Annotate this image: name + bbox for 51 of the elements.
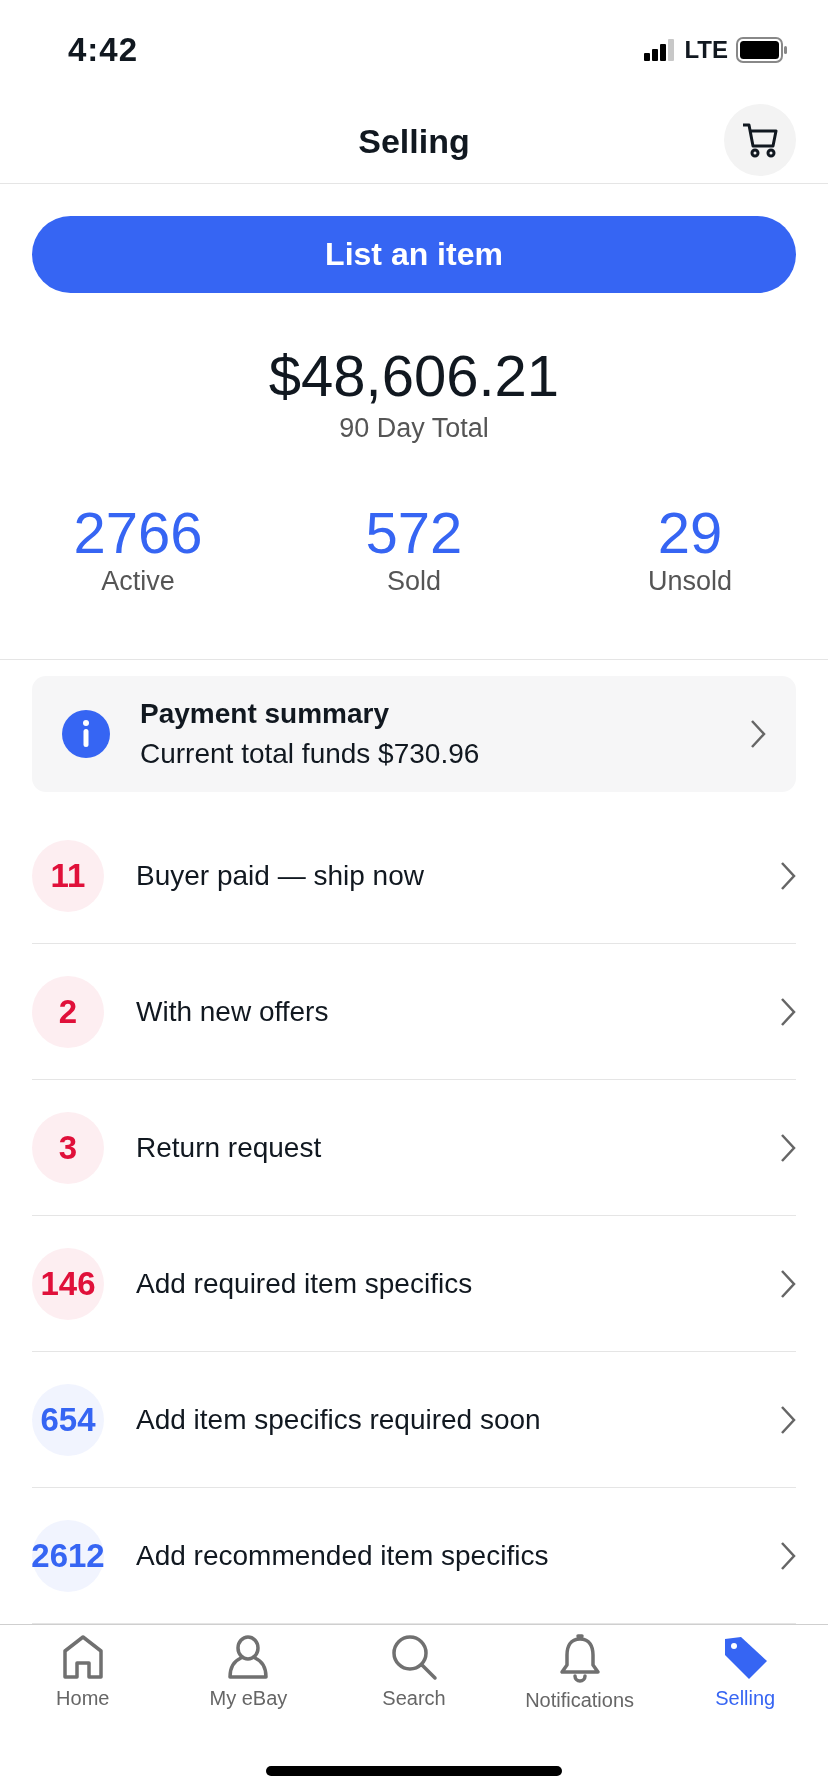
stat-count[interactable]: 29 xyxy=(657,500,723,567)
task-row[interactable]: 2 With new offers xyxy=(32,944,796,1080)
payment-summary-card[interactable]: Payment summary Current total funds $730.96 xyxy=(32,676,796,792)
tab-bar-item[interactable]: Search xyxy=(331,1633,497,1712)
total-caption: 90 Day Total xyxy=(339,413,489,445)
tab-bar-item[interactable]: Selling xyxy=(662,1633,828,1712)
sales-total: $48,606.21 xyxy=(268,343,560,410)
tab-bar-item[interactable]: Notifications xyxy=(496,1633,663,1712)
tab-bar-item[interactable]: Home xyxy=(0,1633,166,1712)
count-badge: 3 xyxy=(32,1111,104,1184)
task-row[interactable]: 146 Add required item specifics xyxy=(32,1216,796,1352)
stat-label: Active xyxy=(101,566,175,598)
list-item-button[interactable]: List an item xyxy=(32,216,796,294)
task-label: Add item specifics required soon xyxy=(136,1403,542,1436)
count-badge: 146 xyxy=(32,1247,104,1320)
count-badge: 2612 xyxy=(32,1519,104,1592)
search-icon xyxy=(390,1633,438,1681)
count-badge: 2 xyxy=(32,975,104,1048)
chevron-right-icon xyxy=(780,1268,796,1299)
bell-icon xyxy=(557,1633,602,1683)
task-row[interactable]: 3 Return request xyxy=(32,1080,796,1216)
tab-bar-item[interactable]: My eBay xyxy=(165,1633,332,1712)
stat-count[interactable]: 572 xyxy=(365,500,463,567)
stat-count[interactable]: 2766 xyxy=(73,500,203,567)
chevron-right-icon xyxy=(780,860,796,891)
signal-icon xyxy=(644,39,677,61)
task-label: Add recommended item specifics xyxy=(136,1539,550,1572)
task-label: Add required item specifics xyxy=(136,1267,474,1300)
person-icon xyxy=(226,1633,271,1681)
chevron-right-icon xyxy=(780,1540,796,1571)
home-icon xyxy=(60,1633,105,1681)
chevron-right-icon xyxy=(750,719,766,749)
task-label: Buyer paid — ship now xyxy=(136,859,425,892)
task-row[interactable]: 654 Add item specifics required soon xyxy=(32,1352,796,1488)
count-badge: 11 xyxy=(32,839,104,912)
stat-label: Unsold xyxy=(647,566,732,598)
task-label: Return request xyxy=(136,1131,323,1164)
network-label: LTE xyxy=(684,36,728,64)
battery-icon xyxy=(736,37,788,63)
task-row[interactable]: 11 Buyer paid — ship now xyxy=(32,808,796,944)
chevron-right-icon xyxy=(780,1404,796,1435)
page-title: Selling xyxy=(358,122,470,161)
task-label: With new offers xyxy=(136,995,330,1028)
info-icon xyxy=(62,710,110,758)
card-title: Payment summary xyxy=(140,698,390,730)
count-badge: 654 xyxy=(32,1383,104,1456)
chevron-right-icon xyxy=(780,1132,796,1163)
stat-label: Sold xyxy=(386,566,441,598)
status-time: 4:42 xyxy=(68,31,139,69)
card-subtitle: Current total funds $730.96 xyxy=(140,738,481,770)
chevron-right-icon xyxy=(780,996,796,1027)
